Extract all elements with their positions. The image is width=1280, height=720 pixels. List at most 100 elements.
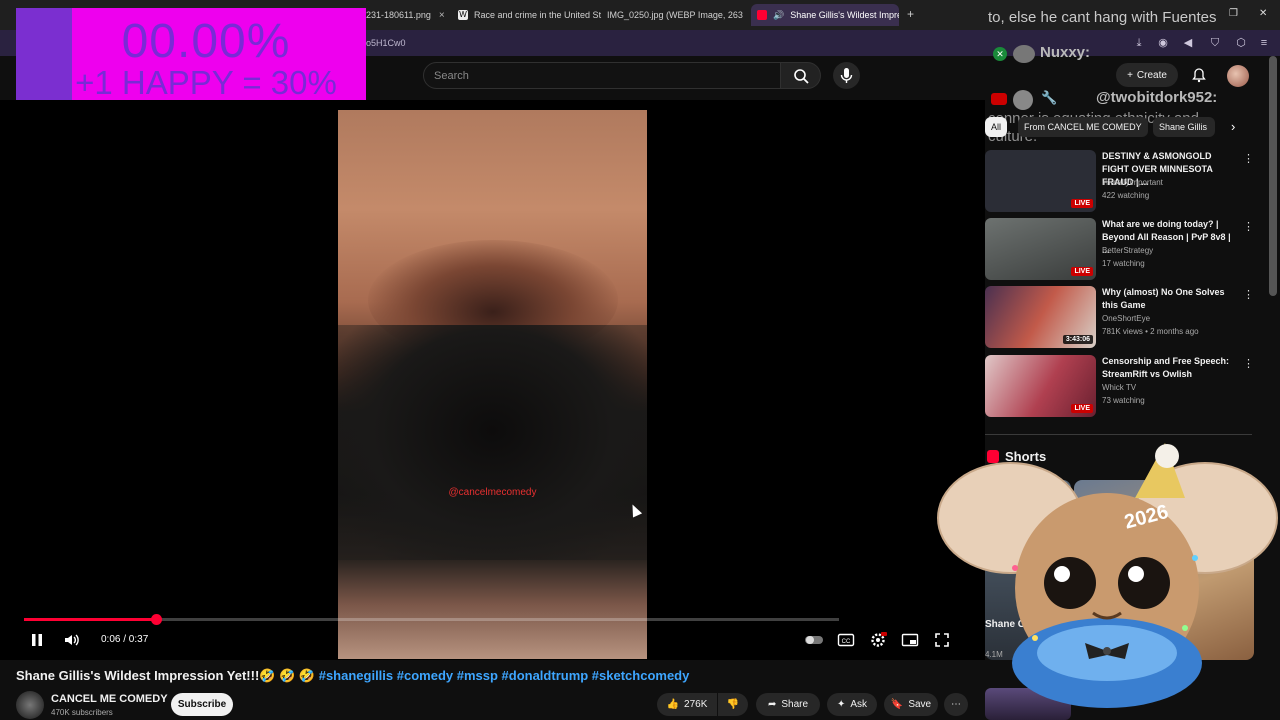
video-thumbnail[interactable]: LIVE — [985, 355, 1096, 417]
progress-bar[interactable] — [24, 614, 839, 625]
youtube-icon — [757, 10, 767, 20]
restore-icon[interactable]: ❐ — [1229, 8, 1238, 19]
share-label: Share — [781, 699, 809, 710]
chat-username: @twobitdork952: — [1096, 89, 1218, 106]
sparkle-icon: ✦ — [836, 699, 846, 710]
wikipedia-icon: W — [458, 10, 468, 20]
chat-username: Nuxxy: — [1040, 44, 1091, 61]
video-watermark: @cancelmecomedy — [448, 487, 537, 498]
subscribe-button[interactable]: Subscribe — [171, 693, 233, 716]
settings-button[interactable] — [869, 631, 887, 649]
recommendation-title[interactable]: Why (almost) No One Solves this Game — [1102, 286, 1240, 312]
recommendation-meta: 73 watching — [1102, 396, 1145, 405]
ask-button[interactable]: ✦ Ask — [827, 693, 877, 716]
thumbs-down-icon: 👎 — [726, 699, 740, 710]
live-badge: LIVE — [1071, 404, 1093, 413]
recommendation-item[interactable]: LIVE Censorship and Free Speech: StreamR… — [985, 355, 1255, 417]
close-icon[interactable]: × — [439, 10, 445, 21]
volume-button[interactable] — [63, 631, 81, 649]
share-icon: ➦ — [767, 699, 777, 710]
progress-handle[interactable] — [151, 614, 163, 625]
progress-fill — [24, 618, 157, 621]
menu-icon[interactable]: ≡ — [1257, 36, 1271, 50]
mascot-overlay: 2026 — [937, 443, 1278, 708]
video-thumbnail[interactable]: 3:43:06 — [985, 286, 1096, 348]
share-button[interactable]: ➦ Share — [756, 693, 820, 716]
voice-search-button[interactable] — [833, 62, 860, 89]
avatar[interactable] — [1227, 65, 1249, 87]
url-text: o5H1Cw0 — [366, 38, 406, 48]
video-thumbnail[interactable]: LIVE — [985, 150, 1096, 212]
video-thumbnail[interactable]: LIVE — [985, 218, 1096, 280]
volume-icon[interactable]: ◀ — [1181, 36, 1195, 50]
microphone-icon — [840, 68, 853, 83]
dislike-button[interactable]: 👎 — [718, 693, 748, 716]
duration-badge: 3:43:06 — [1062, 335, 1093, 344]
search-button[interactable] — [781, 62, 821, 89]
toggle-icon — [805, 636, 823, 644]
overlay-percent-text: 00.00% — [121, 15, 291, 68]
chip-shane-gillis[interactable]: Shane Gillis — [1153, 117, 1215, 137]
recommendation-title[interactable]: Censorship and Free Speech: StreamRift v… — [1102, 355, 1240, 381]
subscriber-count: 470K subscribers — [51, 708, 113, 717]
thumbs-up-icon: 👍 — [666, 699, 680, 710]
video-title: Shane Gillis's Wildest Impression Yet!!!… — [16, 668, 689, 684]
chevron-right-icon[interactable]: › — [1231, 119, 1235, 134]
live-badge: LIVE — [1071, 267, 1093, 276]
gear-icon — [871, 632, 887, 647]
like-count: 276K — [684, 699, 708, 710]
chat-message: to, else he cant hang with Fuentes — [988, 9, 1217, 26]
browser-tab[interactable]: 1231-180611.png × — [355, 4, 455, 26]
bell-icon[interactable] — [1191, 67, 1207, 83]
browser-tab-active[interactable]: 🔊 Shane Gillis's Wildest Impre× — [751, 4, 899, 26]
save-button[interactable]: 🔖 Save — [884, 693, 938, 716]
create-button[interactable]: + Create — [1116, 63, 1178, 87]
live-badge: LIVE — [1071, 199, 1093, 208]
video-frame[interactable]: @cancelmecomedy — [338, 110, 647, 659]
autoplay-toggle[interactable] — [805, 631, 823, 649]
scrollbar[interactable] — [1269, 56, 1277, 296]
stream-overlay-percent: 00.00% +1 HAPPY = 30% — [16, 8, 366, 103]
plus-icon: + — [1127, 69, 1133, 81]
more-vertical-icon[interactable]: ⋮ — [1243, 357, 1254, 370]
browser-tab[interactable]: IMG_0250.jpg (WEBP Image, 263× — [601, 4, 749, 26]
download-icon[interactable]: ⤓ — [1132, 36, 1146, 50]
browser-tab[interactable]: W Race and crime in the United St× — [452, 4, 602, 26]
bookmark-icon: 🔖 — [890, 699, 904, 710]
captions-button[interactable]: CC — [837, 631, 855, 649]
youtube-badge-icon — [991, 93, 1007, 105]
chip-from-channel[interactable]: From CANCEL ME COMEDY — [1018, 117, 1148, 137]
channel-avatar[interactable] — [16, 691, 44, 719]
new-tab-button[interactable]: + — [907, 7, 914, 21]
miniplayer-button[interactable] — [901, 631, 919, 649]
ask-label: Ask — [850, 699, 868, 710]
recommendation-channel: OneShortEye — [1102, 314, 1151, 323]
pause-button[interactable] — [28, 631, 46, 649]
chip-all[interactable]: All — [985, 117, 1008, 137]
miniplayer-icon — [901, 633, 919, 647]
close-window-icon[interactable]: ✕ — [1259, 8, 1267, 19]
video-hashtags[interactable]: #shanegillis #comedy #mssp #donaldtrump … — [319, 668, 690, 683]
recommendation-channel: imreallyimportant — [1102, 178, 1163, 187]
section-divider — [985, 434, 1252, 435]
channel-name[interactable]: CANCEL ME COMEDY — [51, 693, 168, 705]
recommendation-item[interactable]: LIVE What are we doing today? | Beyond A… — [985, 218, 1255, 280]
time-display: 0:06 / 0:37 — [101, 634, 149, 645]
more-vertical-icon[interactable]: ⋮ — [1243, 220, 1254, 233]
more-vertical-icon[interactable]: ⋮ — [1243, 152, 1254, 165]
tab-label: Shane Gillis's Wildest Impre — [790, 10, 899, 20]
like-button[interactable]: 👍 276K — [657, 693, 717, 716]
volume-icon — [65, 634, 79, 646]
recommendation-meta: 17 watching — [1102, 259, 1145, 268]
more-vertical-icon[interactable]: ⋮ — [1243, 288, 1254, 301]
video-title-text: Shane Gillis's Wildest Impression Yet!!!… — [16, 668, 316, 683]
recommendation-item[interactable]: LIVE DESTINY & ASMONGOLD FIGHT OVER MINN… — [985, 150, 1255, 212]
shield-icon[interactable]: ⛉ — [1208, 36, 1222, 50]
account-icon[interactable]: ◉ — [1156, 36, 1170, 50]
overlay-rule-text: +1 HAPPY = 30% — [75, 64, 337, 101]
recommendation-meta: 781K views • 2 months ago — [1102, 327, 1199, 336]
chat-avatar — [1013, 90, 1033, 110]
search-input[interactable]: Search — [423, 62, 781, 89]
extensions-icon[interactable]: ⬡ — [1234, 36, 1248, 50]
recommendation-item[interactable]: 3:43:06 Why (almost) No One Solves this … — [985, 286, 1255, 348]
